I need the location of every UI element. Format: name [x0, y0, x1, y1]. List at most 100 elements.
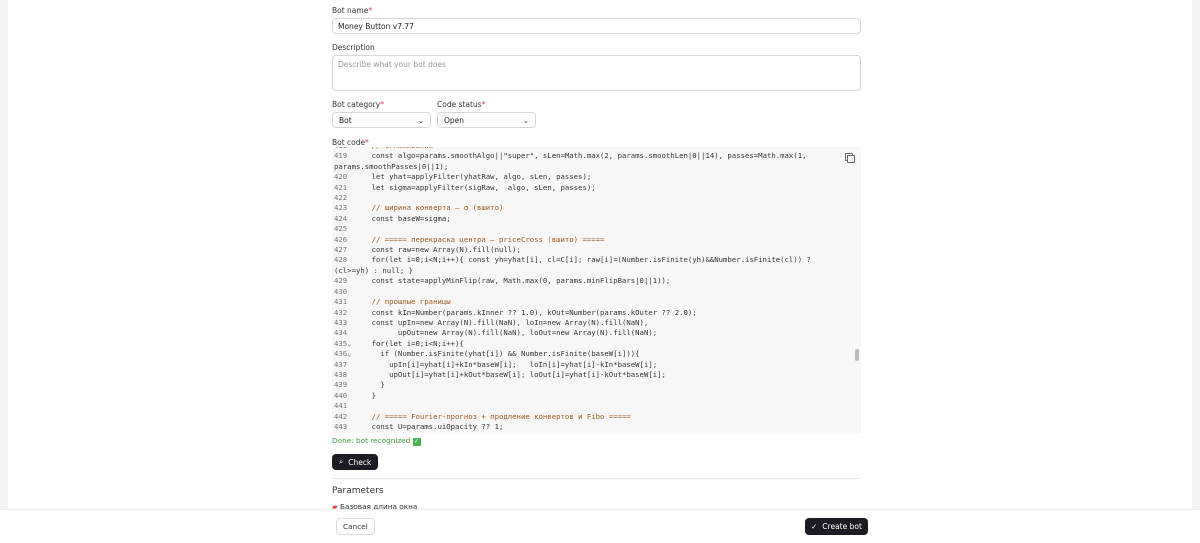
code-line: 419 const algo=params.smoothAlgo||"super…: [332, 151, 861, 161]
search-code-icon: ⌕: [339, 457, 344, 466]
description-textarea[interactable]: Describe what your bot does: [332, 55, 861, 91]
code-line: 441: [332, 401, 861, 411]
code-line: 423 // ширина конверта — σ (вшито): [332, 203, 861, 213]
line-number: 443: [334, 421, 348, 431]
code-line: 420 let yhat=applyFilter(yhatRaw, algo, …: [332, 172, 861, 182]
bot-name-input[interactable]: Money Button v7.77: [332, 18, 861, 34]
code-text: const raw=new Array(N).fill(null);: [354, 245, 521, 255]
create-bot-button[interactable]: ✓ Create bot: [805, 518, 868, 535]
code-text: // ширина конверта — σ (вшито): [354, 203, 504, 213]
line-number: 428: [334, 255, 348, 265]
code-text: const kIn=Number(params.kInner ?? 1.0), …: [354, 307, 697, 317]
code-line: 424 const baseW=sigma;: [332, 214, 861, 224]
code-line: 429 const state=applyMinFlip(raw, Math.m…: [332, 276, 861, 286]
code-line: 422: [332, 193, 861, 203]
code-text: }: [354, 390, 376, 400]
footer: [0, 509, 1200, 543]
category-label: Bot category*: [332, 100, 384, 109]
right-backdrop: [1192, 0, 1200, 543]
code-line: 428 for(let i=0;i<N;i++){ const yh=yhat[…: [332, 255, 861, 265]
bot-name-value: Money Button v7.77: [338, 21, 414, 31]
checkmark-icon: ✓: [811, 522, 818, 531]
code-line: 432 const kIn=Number(params.kInner ?? 1.…: [332, 308, 861, 318]
code-line: 435⌄ for(let i=0;i<N;i++){: [332, 339, 861, 349]
line-number: 438: [334, 369, 348, 379]
code-line: 436⌄ if (Number.isFinite(yhat[i]) && Num…: [332, 349, 861, 359]
line-number: 424: [334, 213, 348, 223]
check-mark-icon: ✓: [412, 438, 421, 446]
line-number: 440: [334, 390, 348, 400]
code-text: const U=params.uiOpacity ?? 1;: [354, 421, 504, 431]
code-line: 427 const raw=new Array(N).fill(null);: [332, 245, 861, 255]
divider: [332, 478, 861, 479]
code-text: const baseW=sigma;: [354, 213, 451, 223]
code-line: 425: [332, 224, 861, 234]
line-number: 432: [334, 307, 348, 317]
line-number: 420: [334, 172, 348, 182]
line-number: 434: [334, 328, 348, 338]
code-line: params.smoothPasses|0||1);: [332, 162, 861, 172]
code-line: 421 let sigma=applyFilter(sigRaw, algo, …: [332, 183, 861, 193]
category-select[interactable]: Bot ⌄: [332, 112, 431, 128]
code-text: (cl>=yh) : null; }: [334, 265, 414, 275]
code-text: upOut=new Array(N).fill(NaN), loOut=new …: [354, 328, 658, 338]
parameters-title: Parameters: [332, 486, 384, 496]
line-number: 431: [334, 297, 348, 307]
line-number: 442: [334, 411, 348, 421]
line-number: 437: [334, 359, 348, 369]
code-line: 444 const centerUpCol = withA(params.cen…: [332, 432, 861, 433]
code-text: const centerUpCol = withA(params.centerU…: [354, 432, 614, 433]
code-text: let sigma=applyFilter(sigRaw, algo, sLen…: [354, 182, 596, 192]
code-text: params.smoothPasses|0||1);: [334, 161, 449, 171]
code-text: // ===== Fourier-прогноз + продление кон…: [354, 411, 631, 421]
line-number: 426: [334, 234, 348, 244]
code-line: 438 upOut[i]=yhat[i]+kOut*baseW[i]; loOu…: [332, 370, 861, 380]
code-text: const upIn=new Array(N).fill(NaN), loIn=…: [354, 317, 649, 327]
line-number: 422: [334, 193, 348, 203]
code-line: 426 // ===== перекраска центра — priceCr…: [332, 235, 861, 245]
line-number: 444: [332, 432, 354, 433]
line-number: 439: [334, 380, 348, 390]
code-text: const state=applyMinFlip(raw, Math.max(0…: [354, 276, 671, 286]
line-number: 421: [334, 182, 348, 192]
check-button[interactable]: ⌕ Check: [332, 454, 379, 470]
scrollbar[interactable]: [855, 349, 859, 361]
code-line: 431 // прошлые границы: [332, 297, 861, 307]
description-placeholder: Describe what your bot does: [338, 60, 446, 69]
code-text: // прошлые границы: [354, 297, 451, 307]
line-number: 425: [334, 224, 348, 234]
line-number: 423: [334, 203, 348, 213]
code-line: 443 const U=params.uiOpacity ?? 1;: [332, 422, 861, 432]
bot-name-label: Bot name*: [332, 6, 373, 15]
line-number: 430: [334, 286, 348, 296]
line-number: 419: [334, 151, 348, 161]
code-label: Bot code*: [332, 138, 369, 147]
check-label: Check: [348, 457, 372, 467]
code-editor[interactable]: 418 // сглаживание419 const algo=params.…: [332, 147, 861, 433]
code-text: let yhat=applyFilter(yhatRaw, algo, sLen…: [354, 172, 592, 182]
chevron-down-icon: ⌄: [522, 115, 529, 125]
create-bot-label: Create bot: [822, 522, 862, 531]
chevron-down-icon: ⌄: [417, 115, 424, 125]
code-line: 434 upOut=new Array(N).fill(NaN), loOut=…: [332, 328, 861, 338]
code-text: if (Number.isFinite(yhat[i]) && Number.i…: [354, 349, 640, 359]
cancel-button[interactable]: Cancel: [336, 518, 375, 535]
line-number: 433: [334, 317, 348, 327]
code-text: const algo=params.smoothAlgo||"super", s…: [354, 151, 807, 161]
code-text: }: [354, 380, 385, 390]
code-text: for(let i=0;i<N;i++){ const yh=yhat[i], …: [354, 255, 811, 265]
left-backdrop: [0, 0, 8, 543]
code-line: 439 }: [332, 380, 861, 390]
status-value: Open: [444, 115, 465, 125]
description-label: Description: [332, 43, 375, 52]
line-number: 435⌄: [334, 338, 352, 348]
category-value: Bot: [339, 115, 352, 125]
code-line: (cl>=yh) : null; }: [332, 266, 861, 276]
code-line: 437 upIn[i]=yhat[i]+kIn*baseW[i]; loIn[i…: [332, 360, 861, 370]
code-text: upOut[i]=yhat[i]+kOut*baseW[i]; loOut[i]…: [354, 369, 666, 379]
code-line: 430: [332, 287, 861, 297]
status-select[interactable]: Open ⌄: [437, 112, 536, 128]
copy-icon[interactable]: [847, 155, 855, 163]
line-number: 441: [334, 401, 348, 411]
code-text: for(let i=0;i<N;i++){: [354, 338, 464, 348]
